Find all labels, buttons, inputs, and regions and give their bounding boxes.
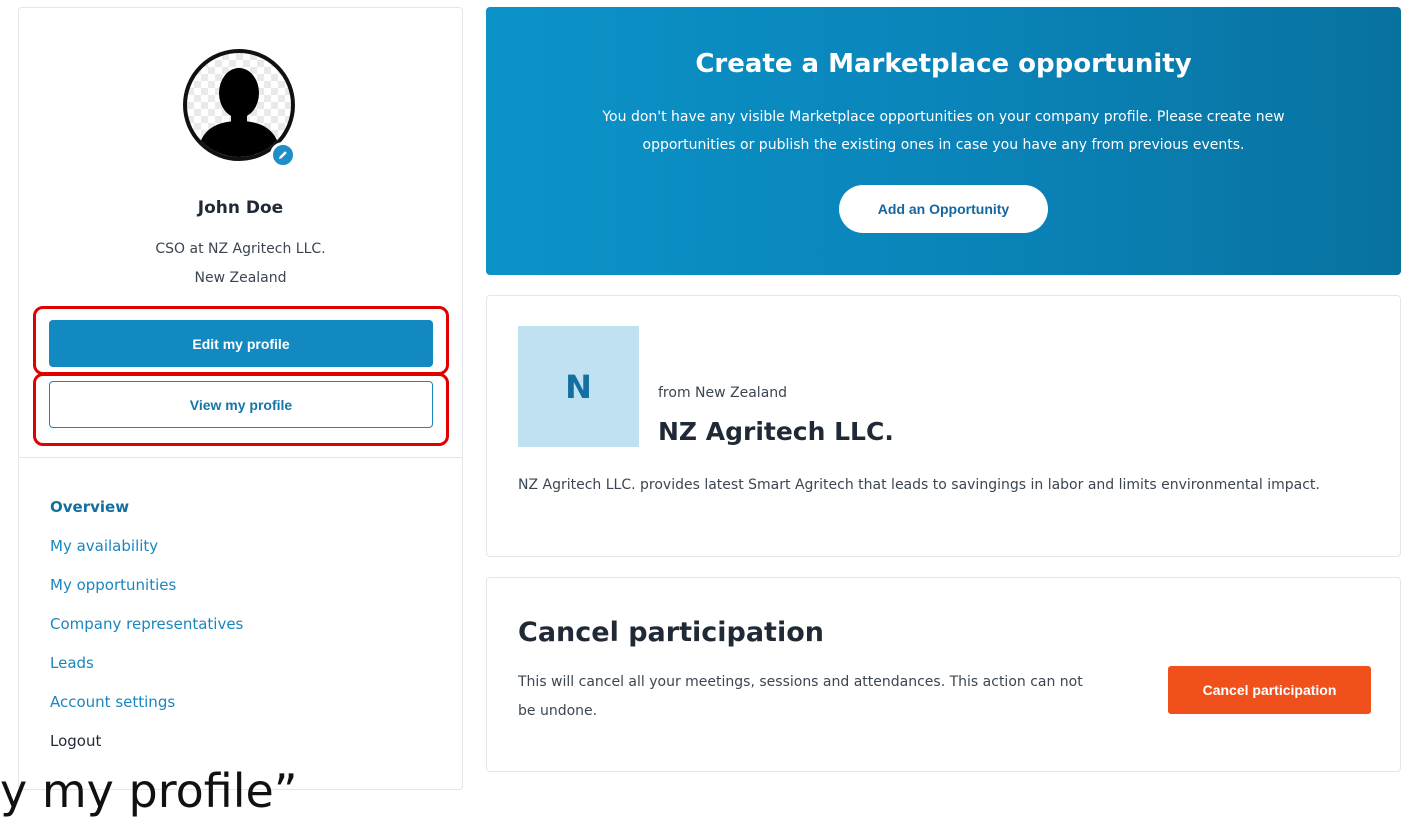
profile-sidebar: John Doe CSO at NZ Agritech LLC. New Zea… xyxy=(18,7,463,790)
edit-profile-button[interactable]: Edit my profile xyxy=(49,320,433,367)
view-profile-button[interactable]: View my profile xyxy=(49,381,433,428)
caption-overlay: y my profile” xyxy=(0,764,298,818)
user-name: John Doe xyxy=(197,198,284,218)
add-opportunity-button[interactable]: Add an Opportunity xyxy=(839,185,1048,233)
nav-item-my-opportunities[interactable]: My opportunities xyxy=(50,574,243,613)
cancel-title: Cancel participation xyxy=(518,617,824,648)
cancel-participation-card: Cancel participation This will cancel al… xyxy=(486,577,1401,772)
user-country: New Zealand xyxy=(194,270,287,286)
nav-item-overview[interactable]: Overview xyxy=(50,496,243,535)
nav-item-my-availability[interactable]: My availability xyxy=(50,535,243,574)
person-silhouette-icon xyxy=(197,68,281,157)
sidebar-divider xyxy=(19,457,462,458)
cancel-description: This will cancel all your meetings, sess… xyxy=(518,674,1083,719)
nav-item-account-settings[interactable]: Account settings xyxy=(50,691,243,730)
company-description: NZ Agritech LLC. provides latest Smart A… xyxy=(518,477,1320,493)
banner-description: You don't have any visible Marketplace o… xyxy=(602,109,1285,153)
nav-item-leads[interactable]: Leads xyxy=(50,652,243,691)
banner-title: Create a Marketplace opportunity xyxy=(695,49,1192,79)
pencil-icon xyxy=(279,151,287,159)
edit-avatar-button[interactable] xyxy=(270,142,296,168)
company-country: from New Zealand xyxy=(658,385,788,401)
nav-item-company-representatives[interactable]: Company representatives xyxy=(50,613,243,652)
company-name: NZ Agritech LLC. xyxy=(658,417,894,446)
cancel-participation-button[interactable]: Cancel participation xyxy=(1168,666,1371,714)
company-logo: N xyxy=(518,326,639,447)
company-card: N from New Zealand NZ Agritech LLC. NZ A… xyxy=(486,295,1401,557)
marketplace-banner: Create a Marketplace opportunity You don… xyxy=(486,7,1401,275)
sidebar-nav: Overview My availability My opportunitie… xyxy=(50,496,243,769)
user-job-title: CSO at NZ Agritech LLC. xyxy=(155,241,326,257)
